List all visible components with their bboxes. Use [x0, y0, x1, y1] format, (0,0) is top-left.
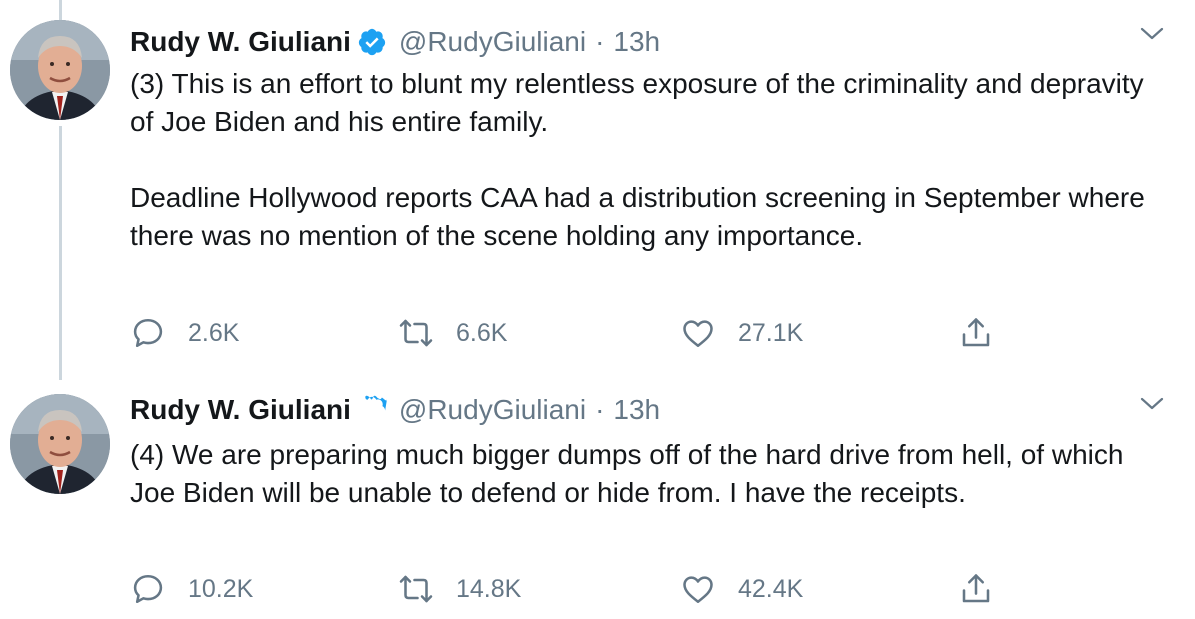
- reply-count: 2.6K: [188, 318, 240, 347]
- author-handle[interactable]: @RudyGiuliani: [399, 26, 586, 58]
- author-handle[interactable]: @RudyGiuliani: [399, 394, 586, 426]
- share-icon: [958, 315, 994, 351]
- tweet-text: (4) We are preparing much bigger dumps o…: [130, 436, 1170, 512]
- retweet-button[interactable]: 14.8K: [398, 569, 521, 609]
- retweet-icon: [398, 571, 434, 607]
- tweet-paragraph: (4) We are preparing much bigger dumps o…: [130, 439, 1124, 508]
- heart-icon: [680, 315, 716, 351]
- author-name[interactable]: Rudy W. Giuliani: [130, 394, 351, 426]
- like-button[interactable]: 42.4K: [680, 569, 803, 609]
- tweet-paragraph: (3) This is an effort to blunt my relent…: [130, 68, 1144, 137]
- reply-button[interactable]: 2.6K: [130, 313, 239, 353]
- chevron-down-icon[interactable]: [1139, 24, 1165, 44]
- tweet-header: Rudy W. Giuliani @RudyGiuliani · 13h: [130, 22, 660, 62]
- tweet-header: Rudy W. Giuliani @RudyGiuliani · 13h: [130, 390, 660, 430]
- retweet-icon: [398, 315, 434, 351]
- like-count: 27.1K: [738, 318, 804, 347]
- tweet-actions: 2.6K 6.6K 27.1K: [130, 313, 1030, 353]
- avatar[interactable]: [10, 20, 110, 120]
- tweet-text: (3) This is an effort to blunt my relent…: [130, 65, 1170, 255]
- tweet-actions: 10.2K 14.8K 42.4K: [130, 569, 1030, 609]
- reply-button[interactable]: 10.2K: [130, 569, 253, 609]
- retweet-count: 6.6K: [456, 318, 508, 347]
- share-button[interactable]: [958, 569, 994, 609]
- avatar[interactable]: [10, 394, 110, 494]
- tweet-paragraph: Deadline Hollywood reports CAA had a dis…: [130, 182, 1145, 251]
- chevron-down-icon[interactable]: [1139, 394, 1165, 414]
- retweet-count: 14.8K: [456, 574, 522, 603]
- like-count: 42.4K: [738, 574, 804, 603]
- retweet-button[interactable]: 6.6K: [398, 313, 507, 353]
- separator-dot: ·: [595, 394, 605, 425]
- verified-badge-icon: [357, 395, 388, 425]
- tweet[interactable]: Rudy W. Giuliani @RudyGiuliani · 13h (4)…: [0, 380, 1195, 619]
- share-button[interactable]: [958, 313, 994, 353]
- share-icon: [958, 571, 994, 607]
- heart-icon: [680, 571, 716, 607]
- tweet[interactable]: Rudy W. Giuliani @RudyGiuliani · 13h (3)…: [0, 0, 1195, 380]
- timestamp[interactable]: 13h: [613, 26, 660, 58]
- author-name[interactable]: Rudy W. Giuliani: [130, 26, 351, 58]
- reply-icon: [130, 315, 166, 351]
- reply-icon: [130, 571, 166, 607]
- reply-count: 10.2K: [188, 574, 254, 603]
- timestamp[interactable]: 13h: [613, 394, 660, 426]
- like-button[interactable]: 27.1K: [680, 313, 803, 353]
- verified-badge-icon: [357, 27, 387, 57]
- separator-dot: ·: [595, 26, 605, 57]
